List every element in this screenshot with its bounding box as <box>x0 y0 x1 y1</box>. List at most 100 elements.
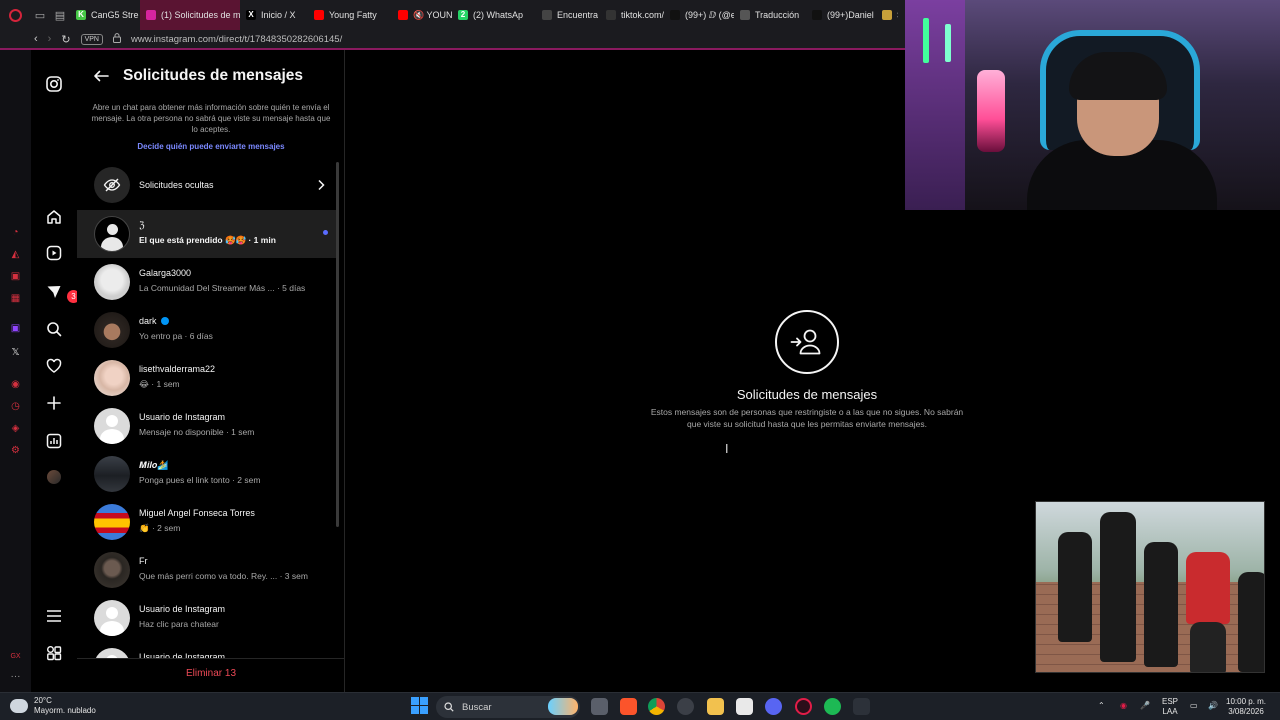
sender-name: 𝑴𝒊𝒍𝒐🏄 <box>139 460 169 471</box>
language-indicator[interactable]: ESP LAA <box>1162 697 1178 717</box>
twitch-icon[interactable]: ▣ <box>9 322 22 335</box>
brave-icon[interactable] <box>620 698 637 715</box>
dashboard-icon[interactable] <box>43 430 65 452</box>
profile-avatar[interactable] <box>43 466 65 488</box>
instagram-logo-icon[interactable] <box>43 73 65 95</box>
task-view-icon[interactable] <box>591 698 608 715</box>
file-explorer-icon[interactable] <box>707 698 724 715</box>
start-button[interactable] <box>411 697 428 714</box>
opera-logo-icon[interactable] <box>0 0 30 30</box>
browser-tab[interactable]: Traducción <box>734 0 806 30</box>
tray-gx-icon[interactable]: ◉ <box>1120 701 1127 711</box>
tab-favicon-icon <box>146 10 156 20</box>
browser-tab[interactable]: Encuentra <box>536 0 600 30</box>
vpn-badge[interactable]: VPN <box>80 33 103 45</box>
browser-tab[interactable]: X Inicio / X <box>240 0 308 30</box>
back-nav-icon[interactable]: ‹ <box>34 33 38 45</box>
tab-menu-icon[interactable]: ▭ <box>30 0 50 30</box>
messages-icon[interactable]: 3 <box>43 281 80 303</box>
browser-tab[interactable]: Young Fatty <box>308 0 392 30</box>
network-icon[interactable]: ▭ <box>1190 701 1198 711</box>
chrome-icon[interactable] <box>648 698 665 715</box>
home-icon[interactable] <box>43 206 65 228</box>
request-item[interactable]: Fr Que más perri como va todo. Rey. ... ·… <box>77 546 339 594</box>
menu-icon[interactable] <box>43 605 65 627</box>
weather-temp: 20°C <box>34 696 52 705</box>
request-item[interactable]: ℨ El que está prendido 🥵🥵 · 1 min <box>77 210 339 258</box>
also-from-meta-icon[interactable] <box>43 642 65 664</box>
avatar <box>94 456 130 492</box>
more-icon[interactable]: ··· <box>9 670 22 683</box>
clock[interactable]: 10:00 p. m. 3/08/2026 <box>1226 697 1266 717</box>
back-arrow-icon[interactable] <box>93 66 111 86</box>
widgets-icon[interactable] <box>548 698 578 715</box>
browser-tab[interactable]: K CanG5 Stre <box>70 0 140 30</box>
opera-sidebar: ◔ ◭ ▣ ▦ ▣ 𝕏 ◉ ◷ ◈ ⚙ GX ··· <box>0 50 31 692</box>
sender-name-text: ℨ <box>139 220 145 230</box>
spotify-icon[interactable] <box>824 698 841 715</box>
forward-nav-icon[interactable]: › <box>48 33 52 45</box>
request-item[interactable]: lisethvalderrama22 😂 · 1 sem <box>77 354 339 402</box>
tab-favicon-icon <box>670 10 680 20</box>
request-item[interactable]: Miguel Angel Fonseca Torres 👏 · 2 sem <box>77 498 339 546</box>
x-sidebar-icon[interactable]: 𝕏 <box>9 346 22 359</box>
browser-tab[interactable]: (99+) ⅅ (@e <box>664 0 734 30</box>
browser-tab[interactable]: 🔇 YOUNG <box>392 0 452 30</box>
request-item[interactable]: 𝑴𝒊𝒍𝒐🏄 Ponga pues el link tonto · 2 sem <box>77 450 339 498</box>
settings-icon[interactable]: ⚙ <box>9 444 22 457</box>
video-person <box>1100 512 1136 662</box>
browser-tab[interactable]: 2 (2) WhatsAp <box>452 0 536 30</box>
message-controls-link[interactable]: Decide quién puede enviarte mensajes <box>77 142 344 151</box>
address-bar: ‹ › ↻ VPN www.instagram.com/direct/t/178… <box>0 30 905 48</box>
opera-gx-icon[interactable] <box>795 698 812 715</box>
tab-label: 🔇 YOUNG <box>413 9 452 20</box>
aria-icon[interactable]: ◔ <box>9 226 22 239</box>
request-item[interactable]: Usuario de Instagram Mensaje no disponibl… <box>77 402 339 450</box>
opera-icon[interactable] <box>677 698 694 715</box>
sender-name: Usuario de Instagram <box>139 604 225 614</box>
reels-icon[interactable] <box>43 242 65 264</box>
volume-icon[interactable]: 🔊 <box>1208 701 1218 711</box>
youtube-music-icon[interactable]: ▦ <box>9 292 22 305</box>
pinboard-icon[interactable]: ◈ <box>9 422 22 435</box>
music-video-overlay <box>1035 501 1265 673</box>
tab-list-icon[interactable]: ▤ <box>50 0 70 30</box>
video-person <box>1190 622 1226 672</box>
led-light <box>923 18 929 63</box>
eye-off-icon <box>94 167 130 203</box>
url-field[interactable]: www.instagram.com/direct/t/1784835028260… <box>131 34 342 45</box>
heart-icon[interactable] <box>43 355 65 377</box>
browser-tab[interactable]: Sa <box>876 0 898 30</box>
tab-label: Traducción <box>755 10 800 20</box>
messenger-icon[interactable]: ◭ <box>9 248 22 261</box>
tray-chevron-icon[interactable]: ⌃ <box>1098 701 1105 711</box>
hidden-requests-row[interactable]: Solicitudes ocultas <box>77 163 339 207</box>
store-icon[interactable] <box>736 698 753 715</box>
request-item[interactable]: dark Yo entro pa · 6 días <box>77 306 339 354</box>
create-plus-icon[interactable] <box>43 392 65 414</box>
reload-icon[interactable]: ↻ <box>61 33 70 46</box>
history-icon[interactable]: ◷ <box>9 400 22 413</box>
delete-all-button[interactable]: Eliminar 13 <box>77 668 344 679</box>
instagram-nav-rail: 3 <box>31 50 80 692</box>
tab-favicon-icon: K <box>76 10 86 20</box>
tab-label: (2) WhatsAp <box>473 10 524 20</box>
mic-icon[interactable]: 🎤 <box>1140 701 1150 711</box>
search-icon[interactable] <box>43 318 65 340</box>
message-requests-panel: Solicitudes de mensajes Abre un chat par… <box>77 50 345 692</box>
request-item[interactable]: Galarga3000 La Comunidad Del Streamer Más… <box>77 258 339 306</box>
weather-widget[interactable]: 20°C Mayorm. nublado <box>10 696 96 716</box>
discord-icon[interactable] <box>765 698 782 715</box>
list-scrollbar[interactable] <box>336 162 339 527</box>
verified-badge-icon <box>160 317 169 325</box>
gx-icon[interactable]: GX <box>9 650 22 663</box>
request-item[interactable]: Usuario de Instagram Haz clic para chatea… <box>77 594 339 642</box>
message-preview: El que está prendido 🥵🥵 · 1 min <box>139 235 276 245</box>
browser-tab[interactable]: tiktok.com/ <box>600 0 664 30</box>
browser-tab[interactable]: (1) Solicitudes de me <box>140 0 240 30</box>
browser-tab[interactable]: (99+)Daniel <box>806 0 876 30</box>
app-icon[interactable] <box>853 698 870 715</box>
player-icon[interactable]: ◉ <box>9 378 22 391</box>
instagram-sidebar-icon[interactable]: ▣ <box>9 270 22 283</box>
tab-label: (1) Solicitudes de me <box>161 10 240 20</box>
